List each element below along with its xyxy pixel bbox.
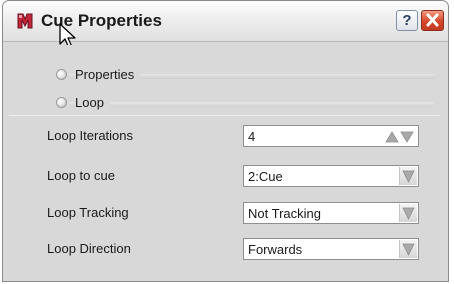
chevron-down-icon [402,243,415,256]
cue-properties-dialog: Cue Properties ? Properties Loop Loop It… [2,0,449,282]
title-bar[interactable]: Cue Properties ? [3,1,448,49]
section-properties-label: Properties [75,67,141,82]
loop-to-cue-value: 2:Cue [248,169,283,184]
loop-tracking-label: Loop Tracking [47,205,129,220]
help-button[interactable]: ? [396,10,418,31]
section-properties[interactable]: Properties [9,64,440,86]
close-icon [426,13,439,27]
loop-to-cue-select[interactable]: 2:Cue [243,165,419,187]
section-loop-label: Loop [75,95,110,110]
section-loop[interactable]: Loop [9,92,440,114]
chevron-down-icon [402,170,415,183]
loop-direction-label: Loop Direction [47,241,131,256]
loop-iterations-label: Loop Iterations [47,128,134,143]
loop-iterations-value: 4 [248,129,256,144]
help-icon: ? [402,12,412,29]
loop-iterations-spinner[interactable]: 4 [243,125,419,147]
loop-direction-value: Forwards [248,242,303,257]
loop-properties-box: Loop Iterations 4 Loop to cue 2:Cue Loop… [9,115,440,281]
loop-direction-select[interactable]: Forwards [243,238,419,260]
loop-tracking-select[interactable]: Not Tracking [243,202,419,224]
radio-bullet-icon [56,97,67,108]
up-down-arrows-icon[interactable] [384,130,416,143]
section-divider [69,102,434,107]
loop-to-cue-label: Loop to cue [47,168,115,183]
loop-tracking-value: Not Tracking [248,206,321,221]
properties-panel: Properties Loop Loop Iterations 4 Loop t… [9,45,440,281]
close-button[interactable] [421,10,444,31]
cue-app-icon [17,13,33,29]
loop-tracking-dropdown-button[interactable] [399,204,417,222]
loop-direction-dropdown-button[interactable] [399,240,417,258]
chevron-down-icon [402,207,415,220]
loop-to-cue-dropdown-button[interactable] [399,167,417,185]
radio-bullet-icon [56,69,67,80]
